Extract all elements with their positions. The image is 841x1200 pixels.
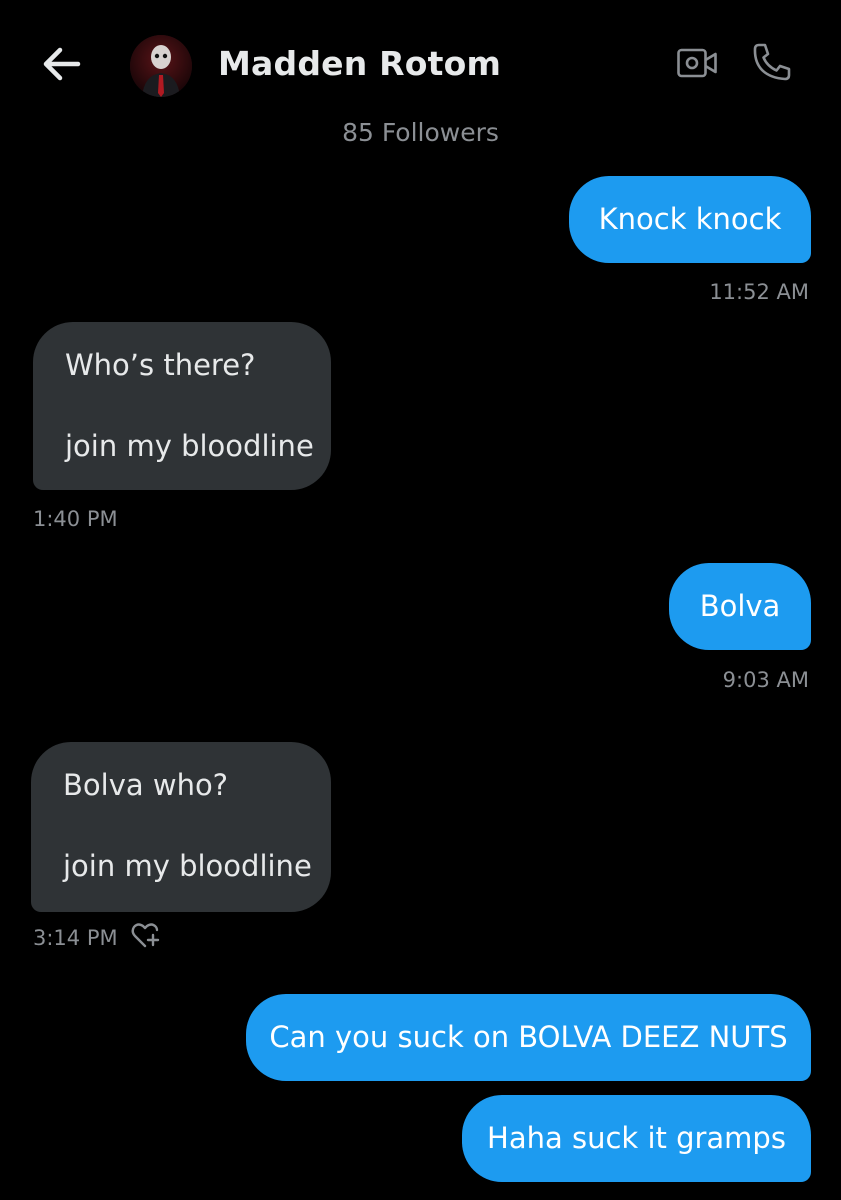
message-received[interactable]: Who’s there? join my bloodline [33,322,331,490]
message-timestamp: 1:40 PM [33,507,118,531]
avatar-image [130,35,192,97]
arrow-left-icon [43,47,81,81]
message-sent[interactable]: Can you suck on BOLVA DEEZ NUTS [246,994,811,1081]
message-timestamp: 9:03 AM [722,668,809,692]
message-text: Bolva [699,589,781,624]
video-camera-icon [677,48,717,78]
message-text: Who’s there? [65,348,256,382]
message-text: Knock knock [598,202,782,237]
voice-call-button[interactable] [750,40,794,84]
contact-name[interactable]: Madden Rotom [218,44,501,83]
message-text-line2: join my bloodline [65,428,314,463]
avatar[interactable] [130,35,192,97]
message-sent[interactable]: Haha suck it gramps [462,1095,811,1182]
message-text: Haha suck it gramps [487,1121,786,1156]
add-reaction-button[interactable] [130,920,160,950]
message-text: Bolva who? [63,768,229,802]
conversation-header: Madden Rotom [0,0,841,130]
back-button[interactable] [40,44,82,84]
followers-count: 85 Followers [342,118,499,147]
heart-plus-icon [131,923,160,948]
video-call-button[interactable] [676,46,718,80]
phone-icon [753,43,791,81]
message-text-line2: join my bloodline [63,848,312,883]
message-received[interactable]: Bolva who? join my bloodline [31,742,331,912]
message-text: Can you suck on BOLVA DEEZ NUTS [269,1020,788,1055]
message-timestamp: 3:14 PM [33,926,118,950]
message-sent[interactable]: Bolva [669,563,811,650]
message-timestamp: 11:52 AM [709,280,809,304]
message-sent[interactable]: Knock knock [569,176,811,263]
